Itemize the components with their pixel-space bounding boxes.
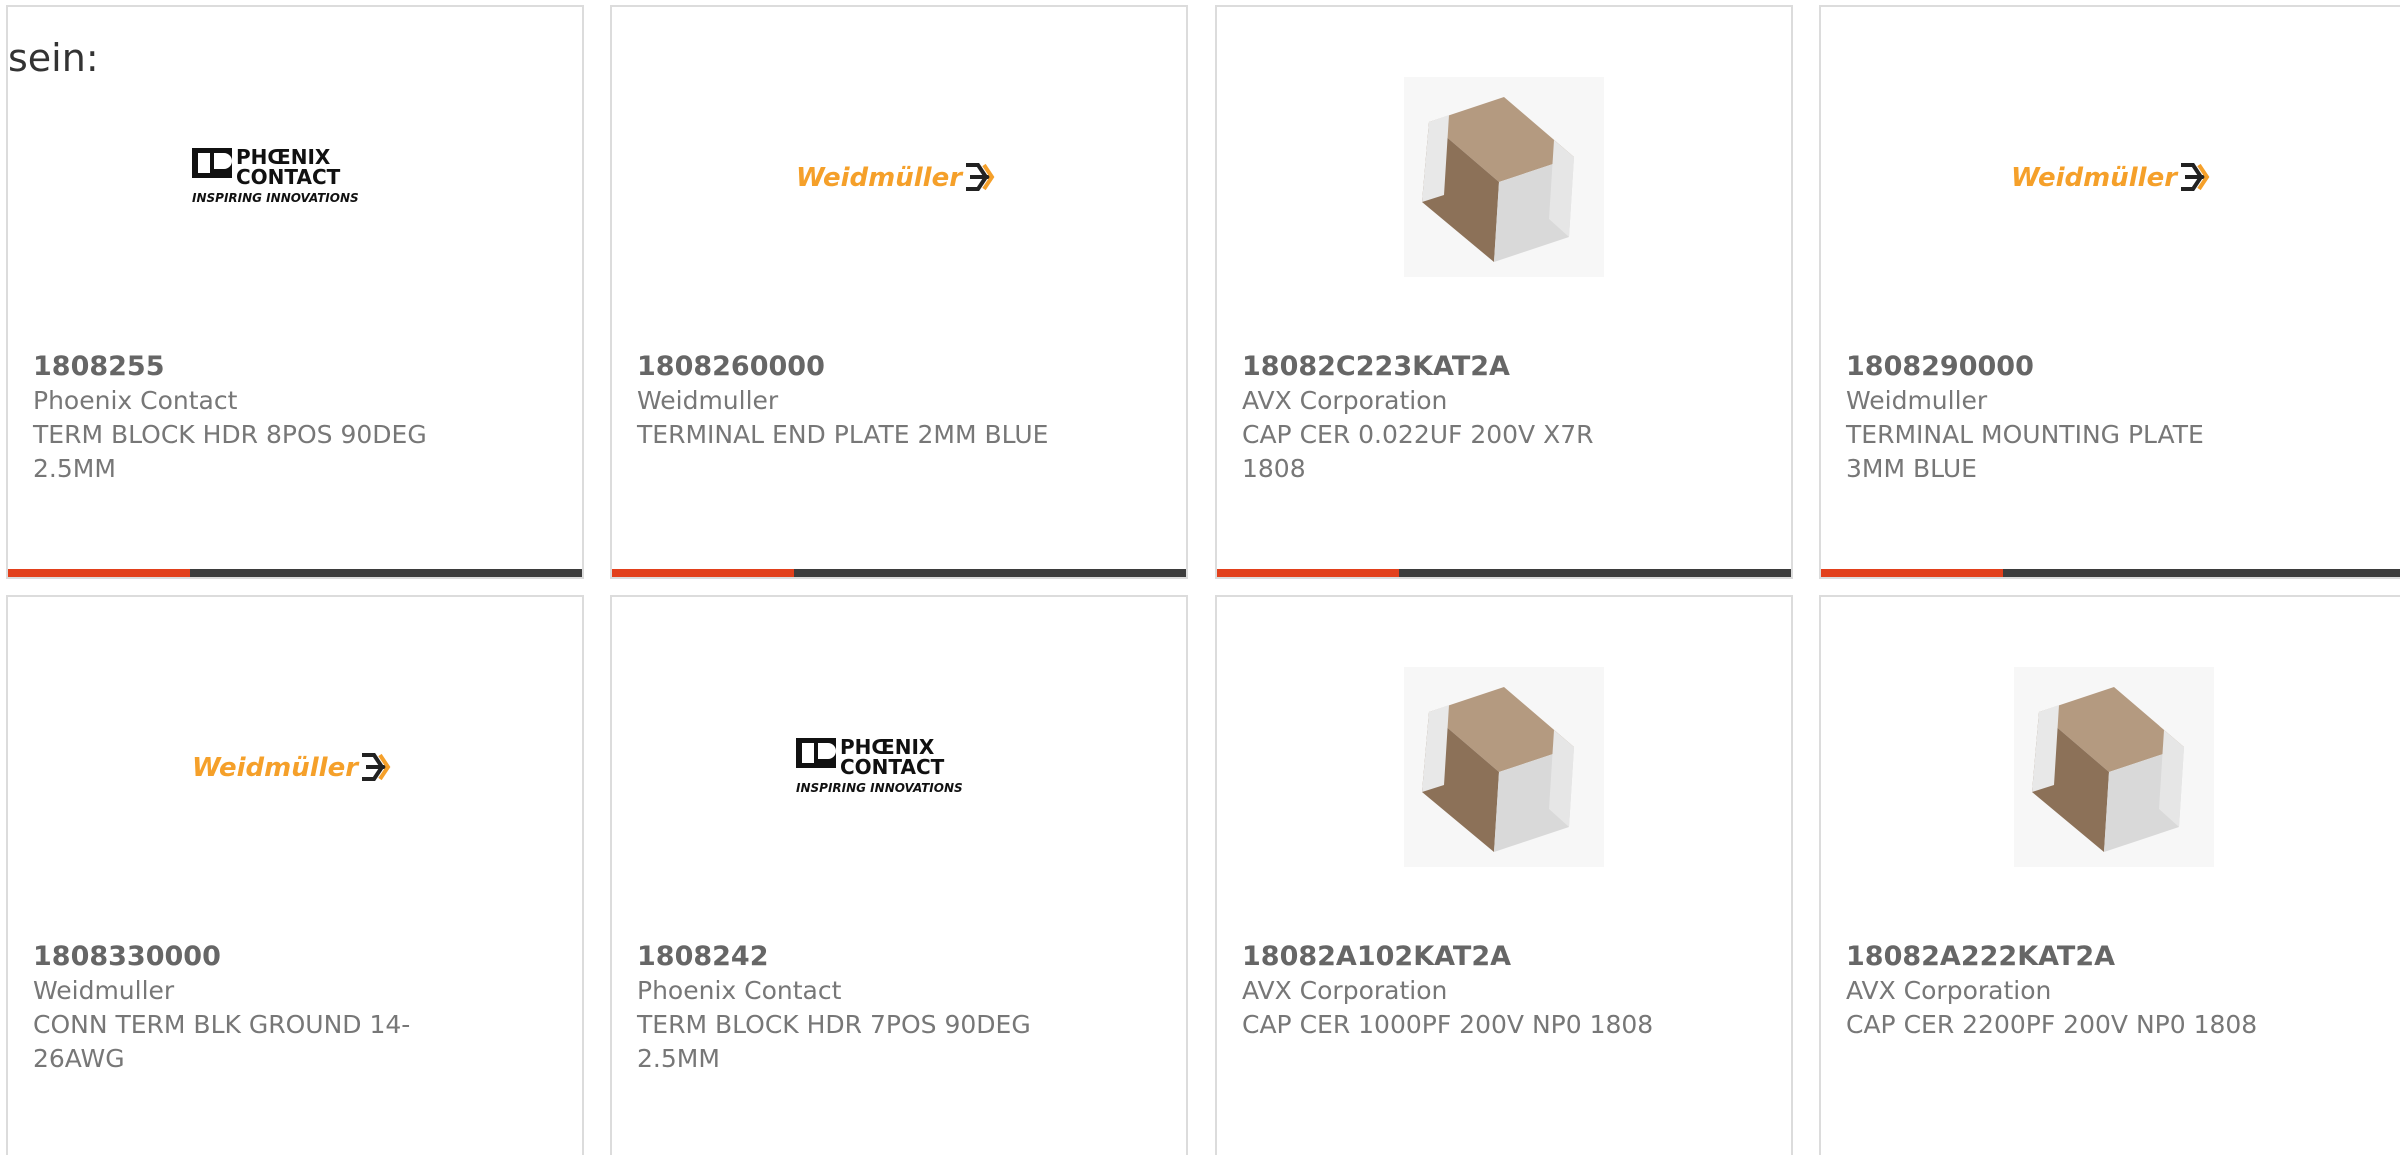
manufacturer: AVX Corporation <box>1846 976 2052 1005</box>
product-image[interactable] <box>1217 7 1791 347</box>
product-info: 1808290000 Weidmuller TERMINAL MOUNTING … <box>1846 350 2266 486</box>
product-grid-page: sein: PHŒNIX CONTACT INSPIRING INNOVATIO… <box>0 0 2400 1155</box>
description: TERMINAL END PLATE 2MM BLUE <box>637 420 1049 449</box>
product-info: 1808255 Phoenix Contact TERM BLOCK HDR 8… <box>33 350 453 486</box>
card-accent-bar <box>8 569 190 577</box>
card-accent-bar <box>1821 569 2003 577</box>
product-info: 18082A102KAT2A AVX Corporation CAP CER 1… <box>1242 940 1662 1042</box>
description: CAP CER 0.022UF 200V X7R 1808 <box>1242 420 1594 483</box>
product-info: 1808242 Phoenix Contact TERM BLOCK HDR 7… <box>637 940 1057 1076</box>
product-info: 18082C223KAT2A AVX Corporation CAP CER 0… <box>1242 350 1662 486</box>
manufacturer: AVX Corporation <box>1242 386 1448 415</box>
manufacturer: Weidmuller <box>637 386 779 415</box>
logo-text: Weidmüller <box>192 753 360 783</box>
manufacturer: Phoenix Contact <box>637 976 842 1005</box>
logo-line2: CONTACT <box>840 755 945 779</box>
part-number-link[interactable]: 1808242 <box>637 940 1057 974</box>
product-image[interactable] <box>1217 597 1791 937</box>
weidmuller-logo: Weidmüller <box>2011 163 2210 193</box>
logo-tagline: INSPIRING INNOVATIONS <box>796 781 963 795</box>
ceramic-capacitor-image <box>1404 667 1604 867</box>
weidmuller-logo: Weidmüller <box>796 163 995 193</box>
description: TERM BLOCK HDR 8POS 90DEG 2.5MM <box>33 420 427 483</box>
manufacturer: Weidmuller <box>33 976 175 1005</box>
product-image[interactable]: Weidmüller <box>1821 7 2400 347</box>
product-image[interactable]: PHŒNIX CONTACT INSPIRING INNOVATIONS <box>612 597 1186 937</box>
description: CONN TERM BLK GROUND 14-26AWG <box>33 1010 411 1073</box>
card-accent-bar <box>1217 569 1399 577</box>
manufacturer: Weidmuller <box>1846 386 1988 415</box>
manufacturer: Phoenix Contact <box>33 386 238 415</box>
part-number-link[interactable]: 18082C223KAT2A <box>1242 350 1662 384</box>
product-info: 1808330000 Weidmuller CONN TERM BLK GROU… <box>33 940 453 1076</box>
description: TERM BLOCK HDR 7POS 90DEG 2.5MM <box>637 1010 1031 1073</box>
product-image[interactable]: Weidmüller <box>8 597 582 937</box>
product-image[interactable] <box>1821 597 2400 937</box>
phoenix-contact-logo: PHŒNIX CONTACT INSPIRING INNOVATIONS <box>796 735 963 795</box>
ceramic-capacitor-image <box>1404 77 1604 277</box>
phoenix-contact-logo: PHŒNIX CONTACT INSPIRING INNOVATIONS <box>192 145 359 205</box>
product-info: 18082A222KAT2A AVX Corporation CAP CER 2… <box>1846 940 2266 1042</box>
logo-tagline: INSPIRING INNOVATIONS <box>192 191 359 205</box>
card-bottom-bar <box>8 569 582 577</box>
card-accent-bar <box>612 569 794 577</box>
part-number-link[interactable]: 1808290000 <box>1846 350 2266 384</box>
card-bottom-bar <box>1821 569 2400 577</box>
part-number-link[interactable]: 18082A222KAT2A <box>1846 940 2266 974</box>
product-image[interactable]: Weidmüller <box>612 7 1186 347</box>
product-card[interactable]: 18082A102KAT2A AVX Corporation CAP CER 1… <box>1215 595 1793 1155</box>
product-card[interactable]: Weidmüller 1808290000 Weidmuller TERMINA… <box>1819 5 2400 579</box>
ceramic-capacitor-image <box>2014 667 2214 867</box>
product-card[interactable]: 18082A222KAT2A AVX Corporation CAP CER 2… <box>1819 595 2400 1155</box>
part-number-link[interactable]: 18082A102KAT2A <box>1242 940 1662 974</box>
product-card[interactable]: Weidmüller 1808260000 Weidmuller TERMINA… <box>610 5 1188 579</box>
description: TERMINAL MOUNTING PLATE 3MM BLUE <box>1846 420 2204 483</box>
product-info: 1808260000 Weidmuller TERMINAL END PLATE… <box>637 350 1057 452</box>
logo-text: Weidmüller <box>796 163 964 193</box>
description: CAP CER 1000PF 200V NP0 1808 <box>1242 1010 1654 1039</box>
part-number-link[interactable]: 1808255 <box>33 350 453 384</box>
intro-text: sein: <box>8 36 99 80</box>
product-card[interactable]: 18082C223KAT2A AVX Corporation CAP CER 0… <box>1215 5 1793 579</box>
card-bottom-bar <box>1217 569 1791 577</box>
product-card[interactable]: PHŒNIX CONTACT INSPIRING INNOVATIONS 180… <box>6 5 584 579</box>
logo-text: Weidmüller <box>2011 163 2179 193</box>
part-number-link[interactable]: 1808260000 <box>637 350 1057 384</box>
product-card[interactable]: Weidmüller 1808330000 Weidmuller CONN TE… <box>6 595 584 1155</box>
card-bottom-bar <box>612 569 1186 577</box>
description: CAP CER 2200PF 200V NP0 1808 <box>1846 1010 2258 1039</box>
manufacturer: AVX Corporation <box>1242 976 1448 1005</box>
logo-line2: CONTACT <box>236 165 341 189</box>
weidmuller-logo: Weidmüller <box>192 753 391 783</box>
part-number-link[interactable]: 1808330000 <box>33 940 453 974</box>
product-card[interactable]: PHŒNIX CONTACT INSPIRING INNOVATIONS 180… <box>610 595 1188 1155</box>
